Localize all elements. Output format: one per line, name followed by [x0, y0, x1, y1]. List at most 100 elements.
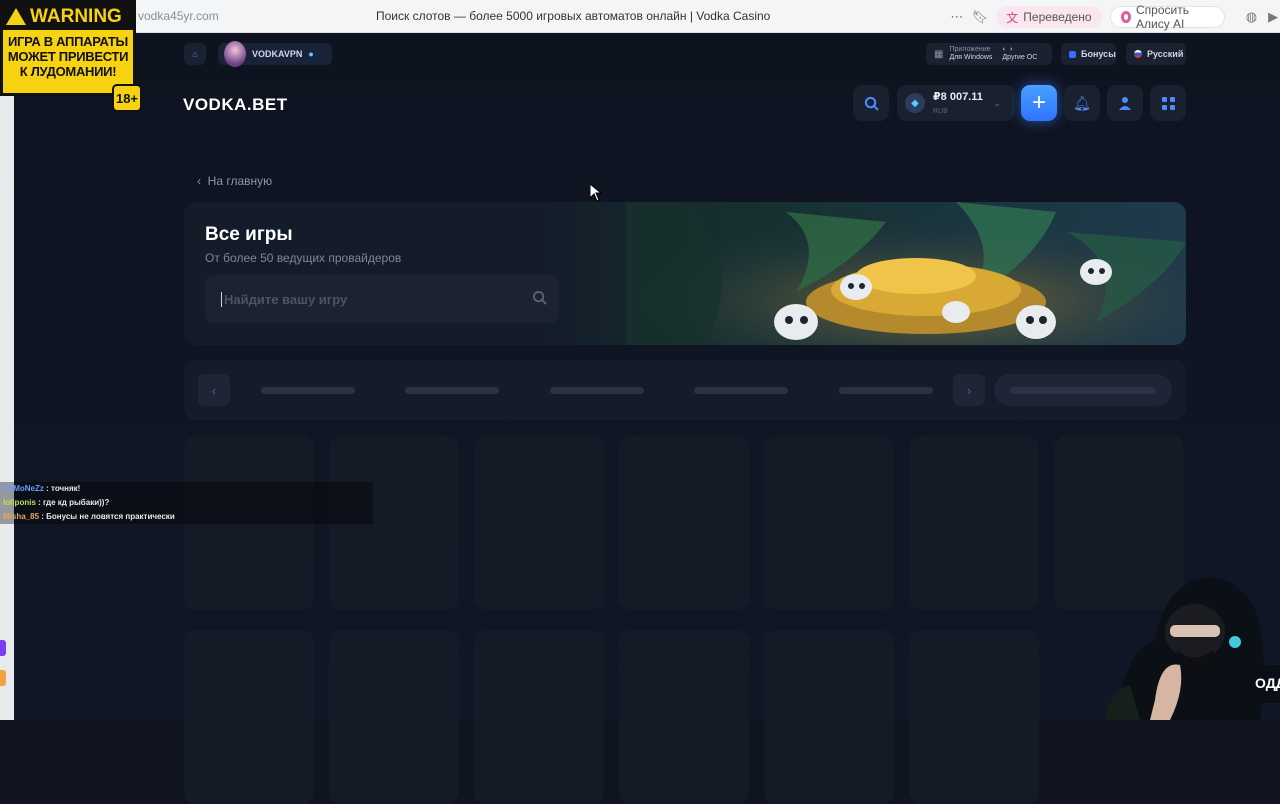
chat-user: ReMoNeZz	[3, 484, 44, 493]
age-badge: 18+	[112, 84, 142, 112]
deposit-button[interactable]: +	[1021, 85, 1057, 121]
apple-android-icons: ◐ ◑	[1002, 46, 1013, 53]
browser-toolbar: vodka45yr.com Поиск слотов — более 5000 …	[0, 0, 1280, 33]
game-card-skeleton[interactable]	[329, 630, 459, 804]
category-skeleton	[405, 387, 499, 394]
bonus-button[interactable]: Бонусы	[1061, 43, 1116, 65]
game-card-skeleton[interactable]	[184, 630, 314, 804]
diamond-icon: ◆	[905, 93, 925, 113]
bonus-label: Бонусы	[1081, 49, 1116, 59]
menu-button[interactable]	[1150, 85, 1186, 121]
balance-amount: ₽8 007.11	[933, 90, 983, 103]
profile-button[interactable]	[1107, 85, 1143, 121]
user-icon	[1119, 97, 1131, 110]
apps-download[interactable]: ▦ Приложение Для Windows ◐ ◑ Другие ОС	[926, 43, 1052, 65]
page-subtitle: От более 50 ведущих провайдеров	[205, 251, 402, 265]
category-skeleton	[839, 387, 933, 394]
chevron-right-icon: ›	[966, 382, 972, 398]
translated-label: Переведено	[1023, 10, 1092, 24]
chevron-left-icon: ‹	[211, 382, 217, 398]
category-skeleton	[694, 387, 788, 394]
game-search-input[interactable]	[221, 291, 521, 307]
home-icon: ⌂	[192, 49, 198, 59]
support-badge[interactable]: ОДД	[1250, 665, 1280, 703]
chat-text: : точняк!	[43, 484, 81, 493]
address-bar[interactable]: vodka45yr.com	[138, 9, 219, 23]
alice-button[interactable]: Спросить Алису AI	[1109, 3, 1225, 31]
warning-line: К ЛУДОМАНИИ!	[19, 64, 117, 79]
category-skeleton	[550, 387, 644, 394]
alice-label: Спросить Алису AI	[1136, 3, 1189, 31]
back-link[interactable]: ‹ На главную	[197, 174, 272, 188]
apps-windows-line1: Приложение	[949, 46, 991, 53]
search-icon	[864, 96, 879, 111]
play-icon[interactable]: ▶	[1266, 9, 1280, 25]
chat-user: lollponis	[3, 498, 36, 507]
vpn-avatar	[224, 41, 246, 67]
left-panel-strip	[0, 33, 14, 720]
more-icon[interactable]: ⋯	[950, 9, 964, 25]
twitch-icon	[0, 640, 6, 656]
home-button[interactable]: ⌂	[184, 43, 206, 65]
chat-user: Misha_85	[3, 512, 40, 521]
bonus-icon	[1069, 50, 1076, 58]
flag-icon	[1134, 50, 1142, 58]
language-label: Русский	[1147, 49, 1184, 59]
bell-icon: 🔔︎	[1073, 94, 1091, 111]
category-bar: ‹ ›	[184, 360, 1186, 420]
windows-icon: ▦	[934, 48, 944, 60]
edge-icons	[0, 640, 6, 686]
chat-message: ReMoNeZz : точняк!	[0, 482, 373, 496]
back-label: На главную	[207, 174, 273, 188]
game-card-skeleton[interactable]	[909, 630, 1039, 804]
chevron-left-icon: ‹	[197, 174, 201, 188]
all-games-banner: Все игры От более 50 ведущих провайдеров	[184, 202, 1186, 345]
globe-icon[interactable]: ◍	[1245, 9, 1259, 25]
category-prev-button[interactable]: ‹	[198, 374, 230, 406]
vpn-status-icon: ●	[308, 49, 314, 59]
warning-overlay: WARNING ИГРА В АППАРАТЫ МОЖЕТ ПРИВЕСТИ К…	[0, 0, 136, 96]
apps-other-label: Другие ОС	[1002, 54, 1038, 61]
warning-line: ИГРА В АППАРАТЫ	[8, 34, 128, 49]
stream-chat: ReMoNeZz : точняк! lollponis : где кд ры…	[0, 482, 373, 524]
plus-icon: +	[1031, 89, 1046, 116]
game-card-skeleton[interactable]	[619, 630, 749, 804]
notifications-button[interactable]: 🔔︎	[1064, 85, 1100, 121]
alice-icon	[1120, 11, 1131, 23]
language-selector[interactable]: Русский	[1126, 43, 1186, 65]
game-card-skeleton[interactable]	[474, 436, 604, 610]
vpn-banner[interactable]: VODKAVPN ●	[218, 41, 332, 67]
balance-currency: RUB	[933, 107, 948, 115]
translate-icon: 文	[1006, 10, 1019, 25]
game-card-skeleton[interactable]	[764, 630, 894, 804]
vpn-label: VODKAVPN	[252, 49, 303, 59]
chat-message: Misha_85 : Бонусы не ловятся практически	[0, 510, 373, 524]
chat-text: : Бонусы не ловятся практически	[39, 512, 175, 521]
tab-title: Поиск слотов — более 5000 игровых автома…	[376, 9, 771, 23]
provider-select-skeleton[interactable]	[994, 374, 1172, 406]
treasure-illustration	[626, 202, 1186, 345]
provider-skeleton	[1010, 387, 1156, 394]
game-card-skeleton[interactable]	[909, 436, 1039, 610]
apps-windows-line2: Для Windows	[949, 54, 993, 61]
category-next-button[interactable]: ›	[953, 374, 985, 406]
game-search-box	[205, 275, 559, 323]
warning-icon	[6, 8, 26, 25]
bookmark-icon[interactable]: 🔖︎	[972, 9, 989, 25]
page-title: Все игры	[205, 224, 293, 245]
search-button[interactable]	[853, 85, 889, 121]
mouse-cursor-icon	[590, 184, 602, 202]
orange-icon	[0, 670, 6, 686]
grid-icon	[1161, 96, 1175, 110]
chat-text: : где кд рыбаки))?	[35, 498, 110, 507]
game-card-skeleton[interactable]	[474, 630, 604, 804]
balance-widget[interactable]: ◆ ₽8 007.11 RUB ⌄	[897, 85, 1015, 121]
search-icon[interactable]	[532, 290, 547, 305]
category-skeleton	[261, 387, 355, 394]
game-card-skeleton[interactable]	[619, 436, 749, 610]
translated-button[interactable]: 文 Переведено	[996, 6, 1102, 28]
warning-line: МОЖЕТ ПРИВЕСТИ	[7, 49, 129, 64]
site-logo[interactable]: VODKA.BET	[183, 95, 288, 115]
chat-message: lollponis : где кд рыбаки))?	[0, 496, 373, 510]
game-card-skeleton[interactable]	[764, 436, 894, 610]
